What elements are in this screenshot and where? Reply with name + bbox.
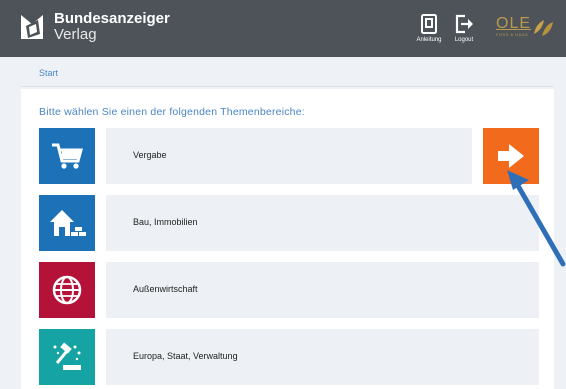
house-bricks-icon (50, 210, 86, 236)
logout-icon (455, 14, 473, 34)
arrow-right-icon (498, 144, 524, 168)
breadcrumb: Start (21, 60, 554, 87)
anleitung-button[interactable]: Anleitung (411, 14, 447, 43)
breadcrumb-start-link[interactable]: Start (39, 68, 58, 78)
brand-line-1: Bundesanzeiger (54, 10, 170, 27)
topic-bau-label: Bau, Immobilien (133, 217, 198, 227)
partner-logo: OLE FOSS & HAAS (496, 15, 531, 37)
topic-bau-icon-tile[interactable] (39, 195, 95, 251)
bundesanzeiger-logo-icon (21, 15, 43, 39)
topic-europa-label: Europa, Staat, Verwaltung (133, 351, 238, 361)
topic-europa-staat-verwaltung[interactable]: Europa, Staat, Verwaltung (106, 329, 539, 385)
partner-logo-subtext: FOSS & HAAS (496, 32, 529, 37)
topic-vergabe-label: Vergabe (133, 150, 167, 160)
annotation-arrow-icon (507, 170, 566, 267)
gavel-icon (53, 342, 81, 370)
brand-line-2: Verlag (54, 26, 97, 43)
top-bar: Bundesanzeiger Verlag Anleitung Logout O… (0, 0, 566, 57)
manual-icon (421, 14, 437, 34)
partner-leaf-icon (534, 20, 553, 36)
topic-aussenwirtschaft[interactable]: Außenwirtschaft (106, 262, 539, 318)
page-heading: Bitte wählen Sie einen der folgenden The… (39, 106, 305, 118)
logout-button[interactable]: Logout (446, 14, 482, 43)
partner-logo-text: OLE (496, 15, 532, 32)
topic-aussenwirtschaft-icon-tile[interactable] (39, 262, 95, 318)
globe-icon (52, 275, 82, 305)
topic-bau-immobilien[interactable]: Bau, Immobilien (106, 195, 539, 251)
shopping-cart-icon (52, 143, 83, 169)
topic-vergabe[interactable]: Vergabe (106, 128, 472, 184)
topic-aussenwirtschaft-label: Außenwirtschaft (133, 284, 198, 294)
brand-name[interactable]: Bundesanzeiger Verlag (54, 11, 170, 43)
logout-label: Logout (454, 37, 474, 43)
anleitung-label: Anleitung (416, 37, 442, 43)
topic-europa-icon-tile[interactable] (39, 329, 95, 385)
topic-vergabe-icon-tile[interactable] (39, 128, 95, 184)
